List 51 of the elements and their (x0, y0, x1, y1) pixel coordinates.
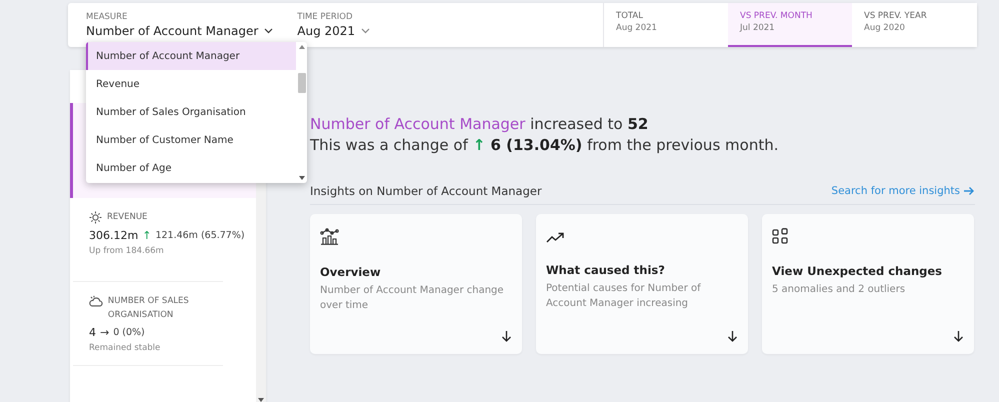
arrow-down-icon[interactable] (501, 330, 512, 342)
chevron-down-icon (361, 28, 370, 34)
card-description: Number of Account Manager change over time (320, 284, 505, 312)
measure-dropdown[interactable]: Number of Account Manager (86, 24, 274, 38)
card-title: What caused this? (546, 263, 666, 277)
insight-card[interactable]: Overview Number of Account Manager change over time (310, 214, 522, 354)
metric-value: 306.12m (89, 228, 138, 242)
trend-arrow: ↑ (142, 228, 152, 242)
time-period-dropdown[interactable]: Aug 2021 (297, 24, 370, 38)
metric-title: NUMBER OF SALES ORGANISATION (108, 295, 190, 322)
grid-icon (772, 228, 788, 244)
change-summary: 6 (13.04%) from the previous month. (490, 136, 778, 154)
chevron-down-icon (264, 28, 274, 34)
chart-icon (320, 228, 339, 245)
comparison-tab[interactable]: VS PREV. YEAR Aug 2020 (852, 3, 977, 47)
menu-item[interactable]: Number of Account Manager (86, 42, 296, 70)
card-title: View Unexpected changes (772, 264, 944, 278)
change-label: This was a change of (310, 136, 468, 154)
card-title: Overview (320, 265, 382, 279)
metric-note: Remained stable (89, 343, 162, 354)
insights-title: Insights on Number of Account Manager (310, 184, 542, 198)
trend-up-icon (546, 232, 565, 243)
metric-change: 121.46m (65.77%) (155, 230, 245, 241)
time-period-label: TIME PERIOD (297, 12, 354, 22)
card-description: Potential causes for Number of Account Manager increasing (546, 282, 702, 310)
metric-value: 4 (89, 326, 96, 340)
sun-icon (89, 211, 102, 224)
insight-card[interactable]: View Unexpected changes 5 anomalies and 2 outliers (762, 214, 974, 354)
trend-arrow: ↑ (472, 136, 486, 154)
measure-label: MEASURE (86, 12, 128, 22)
trend-arrow: → (100, 326, 110, 340)
scroll-down-icon[interactable] (258, 398, 264, 402)
metric-title: REVENUE (107, 211, 148, 224)
comparison-tab[interactable]: VS PREV. MONTH Jul 2021 (728, 3, 852, 47)
metric-note: Up from 184.66m (89, 246, 165, 256)
arrow-right-icon (963, 186, 975, 196)
menu-item[interactable]: Revenue (86, 70, 296, 98)
menu-item[interactable]: Number of Sales Organisation (86, 98, 296, 126)
comparison-tab[interactable]: TOTAL Aug 2021 (604, 3, 728, 47)
cloud-icon (89, 295, 103, 308)
arrow-down-icon[interactable] (727, 330, 738, 342)
metric-change: 0 (0%) (113, 327, 145, 338)
menu-item[interactable]: Number of Age (86, 154, 296, 182)
headline: Number of Account Manager increased to 52 (310, 115, 650, 133)
scroll-up-icon[interactable] (298, 45, 304, 49)
menu-item[interactable]: Number of Customer Name (86, 126, 296, 154)
insight-card[interactable]: What caused this? Potential causes for Number of Account Manager increasing (536, 214, 748, 354)
card-description: 5 anomalies and 2 outliers (772, 283, 906, 297)
arrow-down-icon[interactable] (953, 330, 964, 342)
scroll-thumb[interactable] (298, 72, 306, 92)
scroll-down-icon[interactable] (298, 176, 304, 180)
